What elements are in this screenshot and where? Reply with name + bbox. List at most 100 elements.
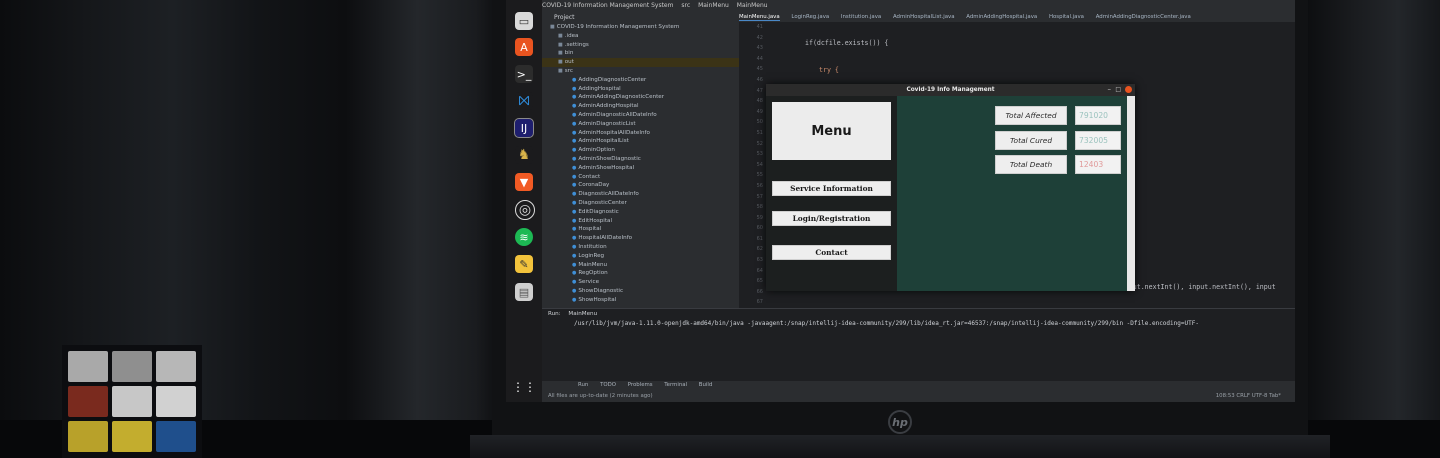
breadcrumb-method[interactable]: MainMenu: [737, 2, 768, 9]
tab-hospital[interactable]: Hospital.java: [1049, 14, 1084, 20]
tree-class[interactable]: AddingDiagnosticCenter: [542, 76, 739, 85]
line-number: 41: [756, 24, 763, 30]
tree-class[interactable]: EditDiagnostic: [542, 208, 739, 217]
laptop-base: [470, 435, 1330, 458]
breadcrumb-project[interactable]: COVID-19 Information Management System: [542, 2, 673, 9]
tab-run[interactable]: Run: [578, 382, 588, 388]
login-registration-button[interactable]: Login/Registration: [772, 211, 891, 226]
ubuntu-dock: ▭ A >_ ⨝ IJ ♞ ▼ ◎ ≋ ✎ ▤ ⋮⋮: [506, 0, 542, 402]
total-cured-value: 732005: [1075, 131, 1121, 150]
vscode-icon[interactable]: ⨝: [515, 92, 533, 110]
tree-class[interactable]: AddingHospital: [542, 85, 739, 94]
rubiks-cube: [62, 345, 202, 458]
tree-dir[interactable]: out: [542, 58, 739, 67]
contact-button[interactable]: Contact: [772, 245, 891, 260]
minimize-icon[interactable]: –: [1108, 85, 1112, 94]
tab-loginreg[interactable]: LoginReg.java: [791, 14, 829, 20]
tree-class[interactable]: AdminOption: [542, 146, 739, 155]
line-number: 62: [756, 246, 763, 253]
curtain: [1300, 0, 1440, 458]
tab-problems[interactable]: Problems: [628, 382, 653, 388]
line-number: 64: [756, 267, 763, 274]
files-icon[interactable]: ▭: [515, 12, 533, 30]
software-center-icon[interactable]: A: [515, 38, 533, 56]
tree-dir[interactable]: src: [542, 67, 739, 76]
tab-institution[interactable]: Institution.java: [841, 14, 881, 20]
tree-class[interactable]: ShowDiagnostic: [542, 287, 739, 296]
project-panel-header[interactable]: Project: [542, 12, 739, 23]
hp-logo: hp: [888, 410, 912, 434]
tree-class[interactable]: AdminAddingHospital: [542, 102, 739, 111]
project-tree: COVID-19 Information Management System .…: [542, 23, 739, 308]
project-panel: Project COVID-19 Information Management …: [542, 12, 739, 308]
document-icon[interactable]: ▤: [515, 283, 533, 301]
tree-class[interactable]: AdminDiagnosticList: [542, 120, 739, 129]
line-number: 48: [756, 98, 763, 105]
brave-icon[interactable]: ▼: [515, 173, 533, 191]
app-grid-icon[interactable]: ⋮⋮: [512, 378, 536, 396]
line-number: 43: [756, 45, 763, 52]
tree-class[interactable]: Hospital: [542, 225, 739, 234]
tree-class[interactable]: HospitalAllDateInfo: [542, 234, 739, 243]
editor-tabs: MainMenu.java LoginReg.java Institution.…: [739, 12, 1295, 22]
tree-class[interactable]: AdminShowHospital: [542, 164, 739, 173]
breadcrumb-src[interactable]: src: [681, 2, 690, 9]
line-number: 52: [756, 140, 763, 147]
tree-class[interactable]: ShowHospital: [542, 296, 739, 305]
tree-class[interactable]: MainMenu: [542, 261, 739, 270]
run-config-tab[interactable]: MainMenu: [568, 311, 597, 317]
tree-class[interactable]: Service: [542, 278, 739, 287]
line-number: 54: [756, 161, 763, 168]
spotify-icon[interactable]: ≋: [515, 228, 533, 246]
tree-class[interactable]: CoronaDay: [542, 181, 739, 190]
tab-terminal[interactable]: Terminal: [664, 382, 687, 388]
obs-icon[interactable]: ◎: [515, 200, 535, 220]
tree-class[interactable]: DiagnosticAllDateInfo: [542, 190, 739, 199]
ide-titlebar: COVID-19 Information Management System s…: [542, 0, 1295, 12]
covid-app-window: Covid-19 Info Management – □ Menu Servic…: [766, 84, 1135, 291]
status-message: All files are up-to-date (2 minutes ago): [548, 393, 653, 399]
run-label: Run:: [548, 311, 561, 317]
code-line: try {: [819, 65, 839, 74]
tab-mainmenu[interactable]: MainMenu.java: [739, 14, 780, 21]
line-number: 60: [756, 225, 763, 232]
maximize-icon[interactable]: □: [1115, 85, 1121, 94]
tab-adminaddingdiagnosticcenter[interactable]: AdminAddingDiagnosticCenter.java: [1096, 14, 1191, 20]
tree-class[interactable]: Contact: [542, 173, 739, 182]
tree-dir[interactable]: .settings: [542, 41, 739, 50]
tree-class[interactable]: LoginReg: [542, 252, 739, 261]
close-icon[interactable]: [1125, 86, 1132, 93]
breadcrumb-class[interactable]: MainMenu: [698, 2, 729, 9]
intellij-window: COVID-19 Information Management System s…: [542, 0, 1295, 402]
app-scrollbar[interactable]: [1127, 96, 1135, 291]
tree-class[interactable]: AdminDiagnosticAllDateInfo: [542, 111, 739, 120]
notes-icon[interactable]: ✎: [515, 255, 533, 273]
tree-class[interactable]: Institution: [542, 243, 739, 252]
tree-root[interactable]: COVID-19 Information Management System: [542, 23, 739, 32]
service-information-button[interactable]: Service Information: [772, 181, 891, 196]
tree-class[interactable]: DiagnosticCenter: [542, 199, 739, 208]
run-console[interactable]: /usr/lib/jvm/java-1.11.0-openjdk-amd64/b…: [574, 319, 1295, 329]
tree-dir[interactable]: bin: [542, 49, 739, 58]
tree-dir[interactable]: .idea: [542, 32, 739, 41]
tree-class[interactable]: AdminHospitalList: [542, 137, 739, 146]
terminal-icon[interactable]: >_: [515, 65, 533, 83]
line-number: 49: [756, 108, 763, 115]
tree-class[interactable]: RegOption: [542, 269, 739, 278]
tree-class[interactable]: AdminAddingDiagnosticCenter: [542, 93, 739, 102]
line-number: 65: [756, 278, 763, 285]
tab-adminhospitallist[interactable]: AdminHospitalList.java: [893, 14, 955, 20]
tool-window-bar: Run TODO Problems Terminal Build: [542, 380, 1295, 390]
tree-class[interactable]: EditHospital: [542, 217, 739, 226]
tree-class[interactable]: AdminHospitalAllDateInfo: [542, 129, 739, 138]
tree-class[interactable]: AdminShowDiagnostic: [542, 155, 739, 164]
line-number: 42: [756, 34, 763, 41]
line-number-gutter: 41 42 43 44 45 46 47 48 49 50 51 52 53 5…: [739, 22, 767, 308]
total-affected-value: 791020: [1075, 106, 1121, 125]
intellij-icon[interactable]: IJ: [514, 118, 534, 138]
tab-todo[interactable]: TODO: [600, 382, 616, 388]
gimp-icon[interactable]: ♞: [515, 146, 533, 164]
tab-build[interactable]: Build: [699, 382, 713, 388]
line-number: 56: [756, 182, 763, 189]
tab-adminaddinghospital[interactable]: AdminAddingHospital.java: [966, 14, 1037, 20]
